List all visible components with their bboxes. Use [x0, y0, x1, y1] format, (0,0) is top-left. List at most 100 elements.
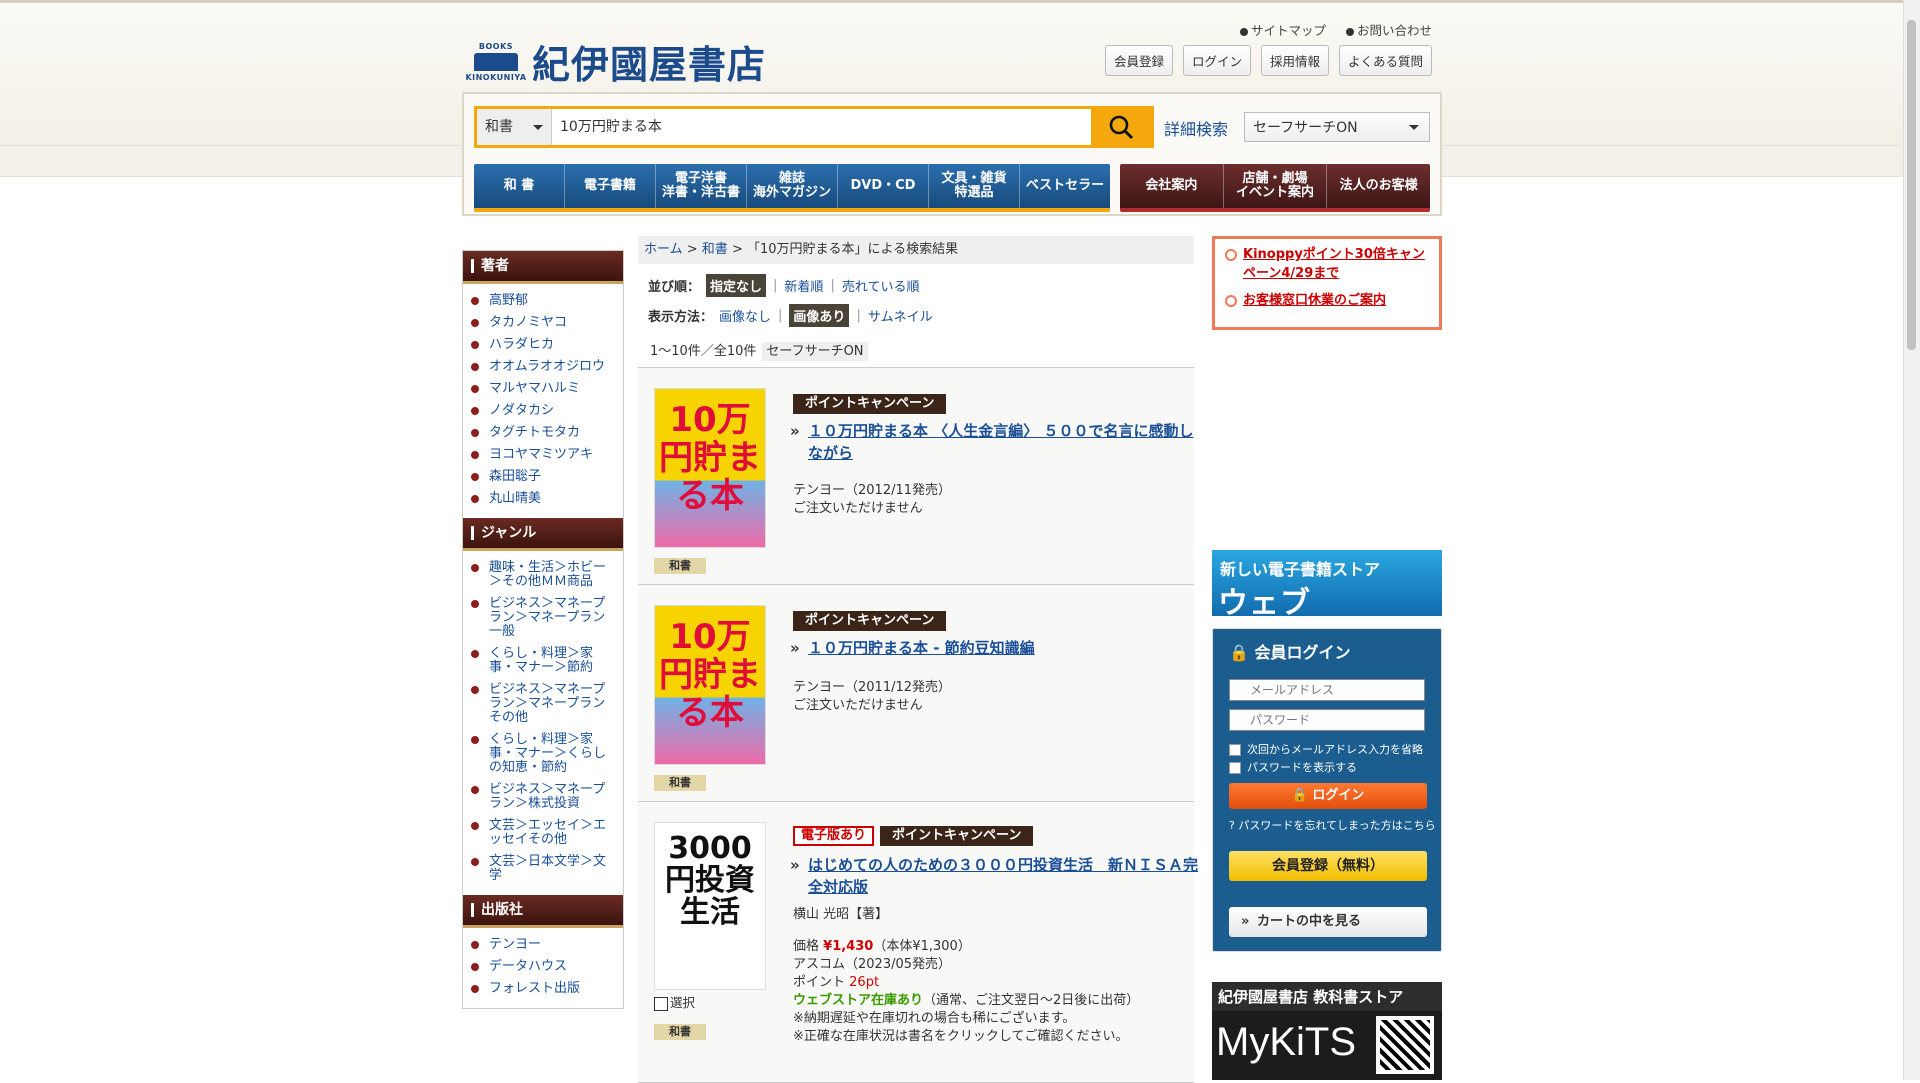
genre-facet-list: 趣味・生活＞ホビー＞その他ＭＭ商品 ビジネス＞マネープラン＞マネープラン一般 く… [463, 551, 623, 895]
book-meta: テンヨー（2011/12発売） ご注文いただけません [793, 679, 951, 715]
search-button[interactable] [1091, 109, 1151, 145]
select-checkbox[interactable]: 選択 [654, 992, 695, 1011]
search-input[interactable]: 10万円貯まる本 [552, 109, 1091, 145]
kinoppy-line2: ウェブKinoppy [1218, 586, 1311, 616]
logo-small-text-2: KINOKUNIYA [465, 72, 527, 82]
view-option-no-image[interactable]: 画像なし [719, 306, 771, 325]
facet-author[interactable]: ヨコヤマミツアキ [463, 444, 623, 466]
register-button[interactable]: 会員登録 [1104, 45, 1173, 76]
advanced-search-link[interactable]: 詳細検索 [1164, 116, 1228, 140]
search-results: ホーム > 和書 > 「10万円貯まる本」による検索結果 並び順： 指定なし |… [638, 236, 1198, 1083]
sort-option-none[interactable]: 指定なし [706, 273, 767, 297]
contact-link[interactable]: お問い合わせ [1345, 23, 1432, 38]
forgot-password-link[interactable]: ? パスワードを忘れてしまった方はこちら [1229, 817, 1436, 833]
register-free-button[interactable]: 会員登録（無料） [1229, 851, 1427, 881]
sitemap-link[interactable]: サイトマップ [1239, 23, 1326, 38]
facet-genre[interactable]: くらし・料理＞家事・マナー＞くらしの知恵・節約 [463, 729, 623, 779]
view-cart-button[interactable]: カートの中を見る [1229, 907, 1427, 937]
facet-genre[interactable]: ビジネス＞マネープラン＞マネープランその他 [463, 679, 623, 729]
view-option-image[interactable]: 画像あり [789, 303, 850, 327]
safe-search-select[interactable]: セーフサーチON [1244, 112, 1430, 142]
book-title-link[interactable]: １０万円貯まる本 - 節約豆知識編 [788, 637, 1208, 659]
facet-publisher[interactable]: データハウス [463, 956, 623, 978]
book-title-link[interactable]: はじめての人のための３０００円投資生活 新ＮＩＳＡ完全対応版 [788, 854, 1208, 898]
lock-icon: 🔒 [1229, 643, 1249, 662]
notice-link-campaign[interactable]: Kinoppyポイント30倍キャンペーン4/29まで [1223, 245, 1431, 283]
facet-genre[interactable]: くらし・料理＞家事・マナー＞節約 [463, 643, 623, 679]
sort-row: 並び順： 指定なし | 新着順 | 売れている順 [638, 273, 1194, 297]
kinoppy-banner[interactable]: 新しい電子書籍ストア ウェブKinoppy [1212, 550, 1442, 616]
breadcrumb-books[interactable]: 和書 [702, 242, 728, 257]
tag-list: 電子版あり ポイントキャンペーン [793, 826, 1034, 846]
author-facet-header: 著者 [463, 251, 623, 284]
nav-item-magazines[interactable]: 雑誌 海外マガジン [747, 164, 838, 208]
checkbox[interactable] [654, 996, 668, 1011]
login-submit-button[interactable]: 🔒 ログイン [1229, 783, 1427, 809]
facet-author[interactable]: オオムラオオジロウ [463, 356, 623, 378]
facet-author[interactable]: タグチトモタカ [463, 422, 623, 444]
facet-author[interactable]: 丸山晴美 [463, 488, 623, 510]
sort-option-popular[interactable]: 売れている順 [842, 276, 920, 295]
book-cover[interactable]: 10万円貯まる本 [654, 388, 766, 548]
email-field[interactable] [1229, 679, 1425, 701]
breadcrumb: ホーム > 和書 > 「10万円貯まる本」による検索結果 [638, 236, 1194, 264]
login-button[interactable]: ログイン [1182, 45, 1251, 76]
publisher-facet-list: テンヨー データハウス フォレスト出版 [463, 928, 623, 1008]
safe-search-status: セーフサーチON [762, 342, 868, 361]
site-logo[interactable]: BOOKS KINOKUNIYA 紀伊國屋書店 [465, 34, 767, 89]
faq-button[interactable]: よくある質問 [1338, 45, 1432, 76]
publisher-facet-header: 出版社 [463, 895, 623, 928]
logo-name: 紀伊國屋書店 [532, 42, 767, 87]
facet-author[interactable]: タカノミヤコ [463, 312, 623, 334]
facet-author[interactable]: 高野郁 [463, 290, 623, 312]
nav-item-dvd-cd[interactable]: DVD・CD [838, 164, 929, 208]
checkbox[interactable] [1229, 762, 1241, 774]
facet-publisher[interactable]: フォレスト出版 [463, 978, 623, 1000]
show-password-checkbox[interactable]: パスワードを表示する [1229, 759, 1357, 775]
nav-item-stores[interactable]: 店舗・劇場 イベント案内 [1224, 164, 1328, 208]
publisher-text: テンヨー（2012/11発売） [793, 483, 952, 498]
facet-genre[interactable]: 趣味・生活＞ホビー＞その他ＭＭ商品 [463, 557, 623, 593]
facet-genre[interactable]: 文芸＞エッセイ＞エッセイその他 [463, 815, 623, 851]
page-scrollbar[interactable] [1903, 0, 1920, 1080]
stock-row: ウェブストア在庫あり（通常、ご注文翌日～2日後に出荷） [793, 993, 1140, 1008]
facet-genre[interactable]: ビジネス＞マネープラン＞マネープラン一般 [463, 593, 623, 643]
book-cover[interactable]: 3000円投資生活 [654, 822, 766, 990]
book-title-link[interactable]: １０万円貯まる本 〈人生金言編〉 ５００で名言に感動しながら [788, 420, 1208, 464]
facet-author[interactable]: マルヤマハルミ [463, 378, 623, 400]
scrollbar-thumb[interactable] [1907, 20, 1916, 350]
main-nav: 和 書 電子書籍 電子洋書 洋書・洋古書 雑誌 海外マガジン DVD・CD 文具… [474, 164, 1110, 212]
notice-link-closure[interactable]: お客様窓口休業のご案内 [1223, 291, 1431, 310]
nav-item-business[interactable]: 法人のお客様 [1327, 164, 1430, 208]
availability-text: ご注文いただけません [793, 501, 923, 516]
view-option-thumbnail[interactable]: サムネイル [868, 306, 933, 325]
facet-genre[interactable]: 文芸＞日本文学＞文学 [463, 851, 623, 887]
facet-sidebar: 著者 高野郁 タカノミヤコ ハラダヒカ オオムラオオジロウ マルヤマハルミ ノダ… [462, 250, 624, 1009]
facet-author[interactable]: 森田聡子 [463, 466, 623, 488]
tag-list: ポイントキャンペーン [793, 611, 947, 631]
facet-author[interactable]: ノダタカシ [463, 400, 623, 422]
remember-email-checkbox[interactable]: 次回からメールアドレス入力を省略 [1229, 741, 1423, 757]
facet-genre[interactable]: ビジネス＞マネープラン＞株式投資 [463, 779, 623, 815]
nav-item-foreign-books[interactable]: 電子洋書 洋書・洋古書 [656, 164, 747, 208]
book-cover[interactable]: 10万円貯まる本 [654, 605, 766, 765]
nav-item-ebooks[interactable]: 電子書籍 [565, 164, 656, 208]
facet-author[interactable]: ハラダヒカ [463, 334, 623, 356]
mykits-banner[interactable]: 紀伊國屋書店 教科書ストア MyKiTS [1212, 982, 1442, 1080]
nav-item-bestseller[interactable]: ベストセラー [1020, 164, 1110, 208]
point-campaign-tag: ポイントキャンペーン [880, 826, 1034, 846]
nav-item-company[interactable]: 会社案内 [1120, 164, 1224, 208]
nav-item-books[interactable]: 和 書 [474, 164, 565, 208]
nav-item-stationery[interactable]: 文具・雑貨 特選品 [929, 164, 1020, 208]
login-title: 🔒 会員ログイン [1229, 643, 1351, 662]
checkbox[interactable] [1229, 744, 1241, 756]
search-category-select[interactable]: 和書 [477, 109, 552, 145]
password-field[interactable] [1229, 709, 1425, 731]
top-buttons: 会員登録 ログイン 採用情報 よくある質問 [1104, 45, 1432, 76]
publisher-text: アスコム（2023/05発売） [793, 957, 952, 972]
recruit-button[interactable]: 採用情報 [1260, 45, 1329, 76]
sort-option-new[interactable]: 新着順 [784, 276, 823, 295]
facet-publisher[interactable]: テンヨー [463, 934, 623, 956]
breadcrumb-home[interactable]: ホーム [644, 242, 683, 257]
author-text: 横山 光昭【著】 [793, 907, 889, 922]
